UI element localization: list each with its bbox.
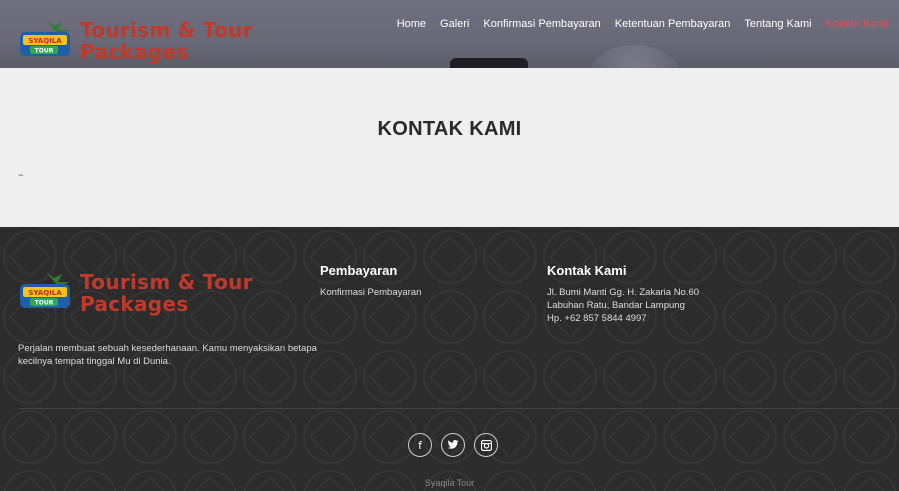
footer-logo-title-line2: Packages (80, 292, 189, 316)
payment-heading: Pembayaran (320, 263, 398, 278)
footer-logo-title-line1: Tourism & Tour (80, 270, 253, 294)
payment-confirmation-link[interactable]: Konfirmasi Pembayaran (320, 286, 421, 299)
nav-home[interactable]: Home (390, 18, 433, 30)
page-title-band: KONTAK KAMI – (0, 68, 899, 227)
nav-ketentuan-pembayaran[interactable]: Ketentuan Pembayaran (608, 18, 738, 30)
contact-address-line1: Jl. Bumi Manti Gg. H. Zakaria No.60 (547, 287, 700, 298)
logo-title-line1: Tourism & Tour (80, 18, 253, 42)
contact-address-line2: Labuhan Ratu, Bandar Lampung (547, 300, 685, 311)
logo-badge-icon: SYAQILA TOUR (20, 20, 70, 56)
nav-kontak-kami[interactable]: Kontak Kami (819, 18, 895, 30)
page-title: KONTAK KAMI (377, 118, 522, 140)
instagram-icon[interactable] (474, 433, 498, 457)
footer-contact-column: Kontak Kami Jl. Bumi Manti Gg. H. Zakari… (547, 263, 699, 325)
logo-title-line2: Packages (80, 40, 189, 64)
main-nav: Home Galeri Konfirmasi Pembayaran Ketent… (390, 18, 895, 30)
footer-logo-badge-icon: SYAQILA TOUR (20, 272, 70, 308)
content-dash: – (18, 168, 24, 181)
copyright: Syaqila Tour (424, 478, 475, 488)
header-background-shape (450, 58, 528, 68)
site-logo[interactable]: SYAQILA TOUR Tourism & Tour Packages (18, 8, 258, 64)
nav-galeri[interactable]: Galeri (433, 18, 476, 30)
footer-description: Perjalan membuat sebuah kesederhanaan. K… (18, 343, 317, 367)
footer-badge-text-2: TOUR (35, 300, 54, 307)
site-header: SYAQILA TOUR Tourism & Tour Packages Hom… (0, 0, 899, 68)
badge-text-1: SYAQILA (28, 37, 62, 45)
footer-payment-column: Pembayaran Konfirmasi Pembayaran (320, 263, 421, 299)
badge-text-2: TOUR (35, 48, 54, 55)
twitter-icon[interactable] (441, 433, 465, 457)
twitter-bird-icon (447, 440, 459, 449)
nav-konfirmasi-pembayaran[interactable]: Konfirmasi Pembayaran (476, 18, 607, 30)
social-links: f (408, 433, 498, 457)
instagram-camera-icon (480, 439, 492, 451)
footer-divider (18, 408, 899, 409)
contact-heading: Kontak Kami (547, 263, 627, 278)
footer-logo[interactable]: SYAQILA TOUR Tourism & Tour Packages (18, 260, 258, 316)
site-footer: SYAQILA TOUR Tourism & Tour Packages Per… (0, 227, 899, 491)
facebook-icon[interactable]: f (408, 433, 432, 457)
footer-badge-text-1: SYAQILA (28, 289, 62, 297)
nav-tentang-kami[interactable]: Tentang Kami (737, 18, 818, 30)
contact-phone: Hp. +62 857 5844 4997 (547, 313, 647, 324)
